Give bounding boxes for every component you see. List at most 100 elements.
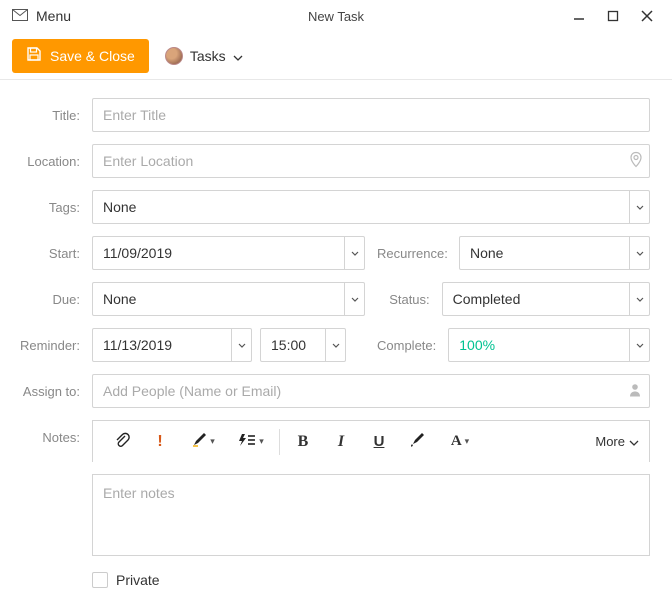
underline-icon: U bbox=[374, 433, 385, 450]
due-value: None bbox=[103, 291, 344, 307]
complete-select[interactable]: 100% bbox=[448, 328, 650, 362]
paperclip-icon bbox=[114, 432, 130, 451]
reminder-time-select[interactable]: 15:00 bbox=[260, 328, 346, 362]
reminder-date-value: 11/13/2019 bbox=[103, 337, 231, 353]
label-recurrence: Recurrence: bbox=[377, 246, 459, 261]
status-select[interactable]: Completed bbox=[442, 282, 650, 316]
attachment-button[interactable] bbox=[103, 427, 141, 457]
recurrence-value: None bbox=[470, 245, 629, 261]
start-date-select[interactable]: 11/09/2019 bbox=[92, 236, 365, 270]
row-assign: Assign to: bbox=[0, 374, 650, 408]
recurrence-select[interactable]: None bbox=[459, 236, 650, 270]
label-assign: Assign to: bbox=[0, 384, 92, 399]
divider bbox=[279, 429, 280, 455]
label-due: Due: bbox=[0, 292, 92, 307]
label-start: Start: bbox=[0, 246, 92, 261]
titlebar-left: Menu bbox=[12, 8, 71, 24]
avatar bbox=[165, 47, 183, 65]
person-icon[interactable] bbox=[628, 383, 642, 400]
location-input[interactable] bbox=[92, 144, 650, 178]
chevron-down-icon bbox=[344, 283, 364, 315]
italic-icon: I bbox=[338, 433, 344, 451]
label-tags: Tags: bbox=[0, 200, 92, 215]
row-private: Private bbox=[0, 572, 650, 588]
due-select[interactable]: None bbox=[92, 282, 365, 316]
reminder-date-select[interactable]: 11/13/2019 bbox=[92, 328, 252, 362]
minimize-button[interactable] bbox=[562, 2, 596, 30]
label-notes: Notes: bbox=[0, 420, 92, 445]
label-location: Location: bbox=[0, 154, 92, 169]
mail-icon bbox=[12, 8, 28, 24]
titlebar: Menu New Task bbox=[0, 0, 672, 32]
tags-select[interactable]: None bbox=[92, 190, 650, 224]
chevron-down-icon: ▾ bbox=[259, 436, 264, 447]
more-button[interactable]: More bbox=[595, 434, 639, 449]
chevron-down-icon bbox=[231, 329, 251, 361]
window-title: New Task bbox=[308, 9, 364, 24]
chevron-down-icon bbox=[629, 283, 649, 315]
label-reminder: Reminder: bbox=[0, 338, 92, 353]
row-location: Location: bbox=[0, 144, 650, 178]
more-label: More bbox=[595, 434, 625, 449]
save-icon bbox=[26, 46, 42, 65]
paint-icon bbox=[409, 432, 425, 451]
row-due: Due: None Status: Completed bbox=[0, 282, 650, 316]
priority-button[interactable]: ! bbox=[141, 427, 179, 457]
main-toolbar: Save & Close Tasks bbox=[0, 32, 672, 80]
actions-button[interactable]: ▾ bbox=[227, 427, 275, 457]
chevron-down-icon: ▾ bbox=[465, 436, 470, 447]
window-controls bbox=[562, 2, 664, 30]
chevron-down-icon bbox=[344, 237, 364, 269]
chevron-down-icon bbox=[233, 48, 243, 64]
assign-input[interactable] bbox=[92, 374, 650, 408]
bold-icon: B bbox=[298, 433, 309, 451]
chevron-down-icon: ▾ bbox=[210, 436, 215, 447]
highlight-button[interactable]: ▾ bbox=[179, 427, 227, 457]
font-button[interactable]: A ▾ bbox=[436, 427, 484, 457]
start-value: 11/09/2019 bbox=[103, 245, 344, 261]
location-pin-icon[interactable] bbox=[630, 152, 642, 171]
close-icon bbox=[641, 10, 653, 22]
tasks-label: Tasks bbox=[190, 48, 226, 64]
row-tags: Tags: None bbox=[0, 190, 650, 224]
row-notes: Notes: ! ▾ bbox=[0, 420, 650, 556]
label-status: Status: bbox=[377, 292, 442, 307]
tasks-dropdown[interactable]: Tasks bbox=[165, 47, 243, 65]
chevron-down-icon bbox=[629, 329, 649, 361]
save-close-label: Save & Close bbox=[50, 48, 135, 64]
reminder-time-value: 15:00 bbox=[271, 337, 325, 353]
row-start: Start: 11/09/2019 Recurrence: None bbox=[0, 236, 650, 270]
label-complete: Complete: bbox=[377, 338, 448, 353]
italic-button[interactable]: I bbox=[322, 427, 360, 457]
private-checkbox[interactable] bbox=[92, 572, 108, 588]
label-private: Private bbox=[116, 572, 160, 588]
chevron-down-icon bbox=[629, 191, 649, 223]
title-input[interactable] bbox=[92, 98, 650, 132]
tags-value: None bbox=[103, 199, 629, 215]
chevron-down-icon bbox=[629, 237, 649, 269]
editor-toolbar: ! ▾ ▾ bbox=[92, 420, 650, 462]
minimize-icon bbox=[573, 10, 585, 22]
font-icon: A bbox=[451, 433, 462, 450]
notes-textarea[interactable]: Enter notes bbox=[92, 474, 650, 556]
underline-button[interactable]: U bbox=[360, 427, 398, 457]
bolt-lines-icon bbox=[238, 433, 256, 450]
row-reminder: Reminder: 11/13/2019 15:00 Complete: bbox=[0, 328, 650, 362]
close-button[interactable] bbox=[630, 2, 664, 30]
maximize-icon bbox=[607, 10, 619, 22]
brush-icon bbox=[191, 432, 207, 451]
bold-button[interactable]: B bbox=[284, 427, 322, 457]
exclamation-icon: ! bbox=[157, 433, 162, 451]
chevron-down-icon bbox=[325, 329, 345, 361]
task-form: Title: Location: Tags: None Start: bbox=[0, 80, 672, 588]
save-close-button[interactable]: Save & Close bbox=[12, 39, 149, 73]
complete-value: 100% bbox=[459, 337, 629, 353]
maximize-button[interactable] bbox=[596, 2, 630, 30]
row-title: Title: bbox=[0, 98, 650, 132]
text-color-button[interactable] bbox=[398, 427, 436, 457]
notes-placeholder: Enter notes bbox=[103, 485, 175, 501]
status-value: Completed bbox=[453, 291, 629, 307]
label-title: Title: bbox=[0, 108, 92, 123]
chevron-down-icon bbox=[629, 434, 639, 449]
menu-label[interactable]: Menu bbox=[36, 8, 71, 24]
